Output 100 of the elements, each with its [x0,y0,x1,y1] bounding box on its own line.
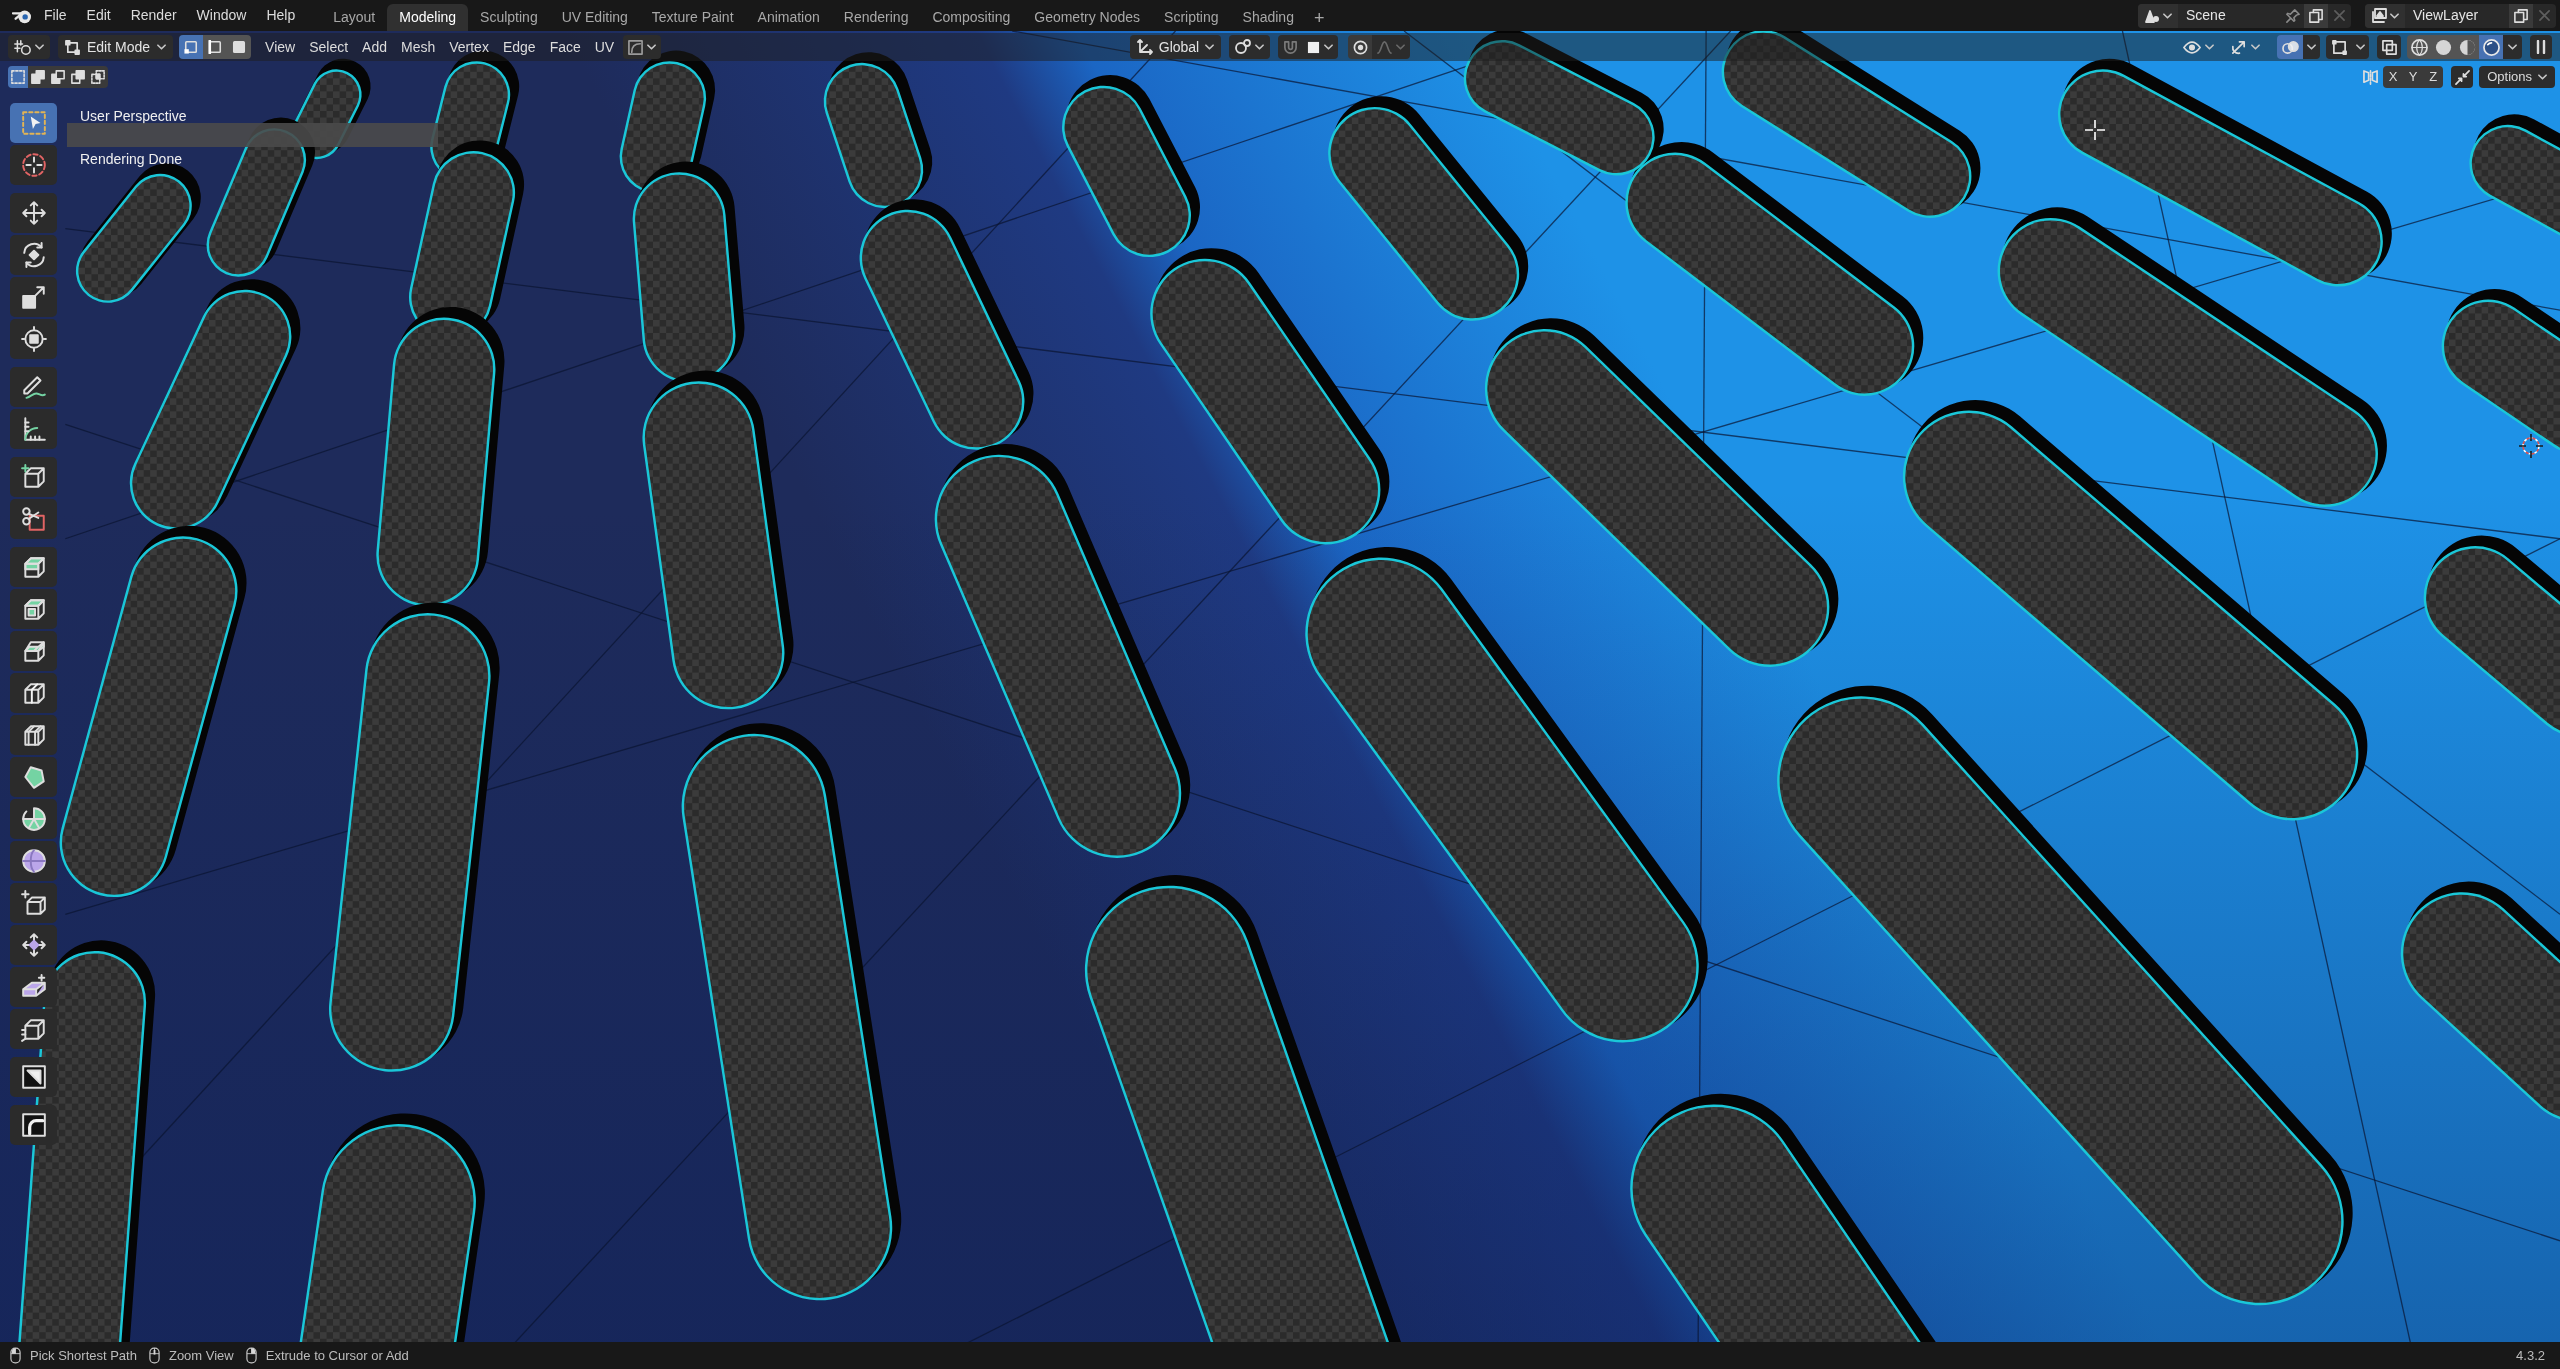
tool-button[interactable] [10,1009,57,1049]
pause-button[interactable] [2530,35,2552,59]
material-sphere-icon [2458,38,2476,56]
tool-button[interactable] [10,499,57,539]
mouse-icon [245,1347,257,1364]
mirror-axis-toggle[interactable]: Y [2403,66,2424,88]
menu-item[interactable]: Window [186,3,257,28]
box-mode-button[interactable] [88,66,108,88]
menu-item[interactable]: UV [587,35,622,59]
tool-button[interactable] [10,193,57,233]
options-dropdown[interactable]: Options [2479,66,2555,88]
tool-button[interactable] [10,925,57,965]
scene-name-field[interactable]: Scene [2178,3,2282,28]
curve-square-icon [628,39,644,55]
tool-button[interactable] [10,589,57,629]
magnet-icon [1282,39,1298,55]
menu-item[interactable]: Vertex [442,35,496,59]
xray-toggle[interactable] [2377,35,2401,59]
tool-button[interactable] [10,457,57,497]
scene-type-button[interactable] [2138,3,2178,28]
workspace-tab[interactable]: Compositing [920,4,1023,31]
workspace-tab[interactable]: Layout [321,4,388,31]
tool-button[interactable] [10,967,57,1007]
menu-item[interactable]: Render [120,3,187,28]
auto-merge-toggle[interactable] [2451,66,2474,88]
tool-button[interactable] [10,841,57,881]
workspace-tab[interactable]: Scripting [1152,4,1231,31]
tool-button[interactable] [10,409,57,449]
snap-target-dropdown[interactable] [1302,35,1339,59]
add-workspace-button[interactable]: + [1305,4,1333,31]
menu-item[interactable]: Mesh [394,35,443,59]
pivot-dropdown[interactable] [1229,35,1271,59]
workspace-tab[interactable]: Rendering [831,4,921,31]
shading-mode-button[interactable] [2479,35,2503,59]
caret-icon [35,44,44,50]
mirror-axis-toggle[interactable]: Z [2423,66,2444,88]
tool-button[interactable] [10,1105,57,1145]
workspace-tab[interactable]: Modeling [387,4,469,31]
editor-type-button[interactable] [8,35,50,59]
shading-dropdown[interactable] [2503,35,2522,59]
tool-button[interactable] [10,145,57,185]
tool-button[interactable] [10,715,57,755]
menu-item[interactable]: Edit [76,3,121,28]
mesh-overlays-button[interactable] [2326,35,2352,59]
mirror-icon [2362,69,2380,85]
view-layer-type-button[interactable] [2365,3,2405,28]
tool-button[interactable] [10,547,57,587]
tool-button[interactable] [10,319,57,359]
new-scene-button[interactable] [2304,3,2328,28]
workspace-tab[interactable]: Texture Paint [639,4,746,31]
menu-item[interactable]: Select [302,35,356,59]
new-view-layer-button[interactable] [2509,3,2533,28]
overlays-dropdown[interactable] [2303,35,2320,59]
caret-icon [2508,44,2517,50]
menu-item[interactable]: Help [256,3,306,28]
box-mode-button[interactable] [68,66,88,88]
tool-button[interactable] [10,673,57,713]
proportional-edit-toggle[interactable] [1348,35,1373,59]
workspace-tab[interactable]: Shading [1230,4,1306,31]
version-text: 4.3.2 [2516,1346,2545,1365]
uv-select-dropdown[interactable] [623,35,662,59]
mesh-square-icon [2331,39,2347,55]
shading-mode-button[interactable] [2455,35,2479,59]
tool-button[interactable] [10,367,57,407]
box-mode-button[interactable] [28,66,48,88]
overlays-toggle[interactable] [2277,35,2303,59]
caret-icon [2251,44,2260,50]
menu-item[interactable]: Face [542,35,588,59]
view-layer-name-field[interactable]: ViewLayer [2405,3,2509,28]
view-name-label: User Perspective [80,107,187,126]
tool-button[interactable] [10,277,57,317]
snap-toggle[interactable] [1278,35,1303,59]
shading-mode-button[interactable] [2407,35,2431,59]
mesh-overlays-dropdown[interactable] [2352,35,2369,59]
squares-intersect-icon [91,70,105,84]
mode-dropdown[interactable]: Edit Mode [58,35,174,59]
menu-item[interactable]: Add [355,35,394,59]
slab-icon [20,974,47,1000]
tool-button[interactable] [10,1057,57,1097]
menu-item[interactable]: Edge [495,35,543,59]
tool-button[interactable] [10,631,57,671]
tool-button[interactable] [10,235,57,275]
render-status-text: Rendering Done [80,150,182,169]
workspace-tab[interactable]: Animation [745,4,832,31]
tool-button[interactable] [10,799,57,839]
caret-icon [647,44,657,50]
tool-button[interactable] [10,757,57,797]
box-mode-button[interactable] [8,66,28,88]
workspace-tab[interactable]: Geometry Nodes [1022,4,1153,31]
select-mode-button[interactable] [179,35,204,59]
box-mode-button[interactable] [48,66,68,88]
menu-item[interactable]: View [258,35,303,59]
tool-button[interactable] [10,883,57,923]
workspace-tab[interactable]: UV Editing [549,4,640,31]
orientation-dropdown[interactable]: Global [1129,35,1222,59]
select-mode-button[interactable] [227,35,252,59]
workspace-tab[interactable]: Sculpting [468,4,550,31]
mirror-axis-toggle[interactable]: X [2383,66,2404,88]
menu-item[interactable]: File [34,3,77,28]
select-mode-button[interactable] [203,35,228,59]
